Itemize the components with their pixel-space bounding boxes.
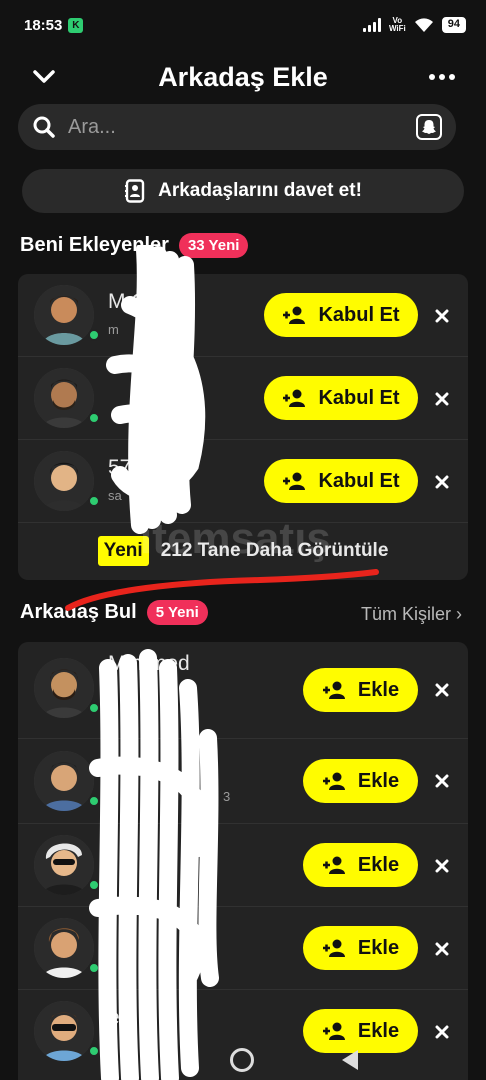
status-bar: 18:53 K Vo WiFi 94 [0, 0, 486, 50]
more-icon [429, 74, 435, 80]
more-options-button[interactable] [426, 61, 458, 93]
dismiss-button[interactable] [430, 854, 454, 878]
add-person-icon [322, 681, 345, 699]
avatar[interactable] [34, 918, 94, 978]
battery-indicator: 94 [441, 17, 466, 33]
user-name: M Can [108, 290, 170, 313]
list-item[interactable]: Kabul Et [18, 357, 468, 440]
add-person-icon [322, 939, 345, 957]
close-icon [435, 859, 449, 873]
page-title: Arkadaş Ekle [158, 61, 328, 92]
add-person-icon [283, 306, 306, 324]
dismiss-button[interactable] [430, 678, 454, 702]
avatar[interactable] [34, 368, 94, 428]
new-count-badge: 33 Yeni [178, 233, 249, 258]
add-person-icon [283, 389, 306, 407]
app-notification-icon: K [68, 17, 84, 33]
user-name: M mmed [108, 652, 190, 675]
list-item[interactable]: 57 sa Kabul Et [18, 440, 468, 523]
search-input[interactable]: Ara... [68, 116, 416, 139]
wifi-icon [414, 18, 433, 32]
close-icon [435, 475, 449, 489]
add-label: Ekle [357, 769, 400, 792]
section-title: Arkadaş Bul [20, 601, 137, 623]
all-contacts-link[interactable]: Tüm Kişiler › [361, 604, 462, 625]
list-item[interactable]: l Ekle [18, 824, 468, 907]
dismiss-button[interactable] [430, 769, 454, 793]
avatar[interactable] [34, 451, 94, 511]
new-count-badge: 5 Yeni [146, 600, 208, 625]
online-indicator [88, 795, 100, 807]
close-icon [435, 309, 449, 323]
avatar[interactable] [34, 285, 94, 345]
accept-button[interactable]: Kabul Et [264, 293, 418, 337]
accept-label: Kabul Et [318, 469, 400, 492]
add-friend-button[interactable]: Ekle [303, 926, 418, 970]
find-friends-list: M mmed Ekle 3 Ekle l Ekle Ekle en Ekle [18, 642, 468, 1080]
invite-label: Arkadaşlarını davet et! [158, 180, 362, 201]
user-username: sa [108, 488, 122, 503]
online-indicator [88, 879, 100, 891]
signal-icon [362, 18, 381, 32]
back-button[interactable] [28, 61, 60, 93]
list-item[interactable]: M mmed Ekle [18, 642, 468, 739]
search-bar[interactable]: Ara... [18, 104, 456, 150]
find-friends-header: Arkadaş Bul 5 Yeni [20, 600, 208, 625]
close-icon [435, 392, 449, 406]
user-name: l [108, 840, 113, 863]
add-label: Ekle [357, 678, 400, 701]
accept-label: Kabul Et [318, 386, 400, 409]
chevron-down-icon [33, 70, 55, 83]
accept-button[interactable]: Kabul Et [264, 459, 418, 503]
avatar[interactable] [34, 835, 94, 895]
home-button[interactable] [230, 1048, 254, 1072]
accept-button[interactable]: Kabul Et [264, 376, 418, 420]
close-icon [435, 942, 449, 956]
contacts-icon [125, 179, 145, 203]
add-label: Ekle [357, 936, 400, 959]
avatar[interactable] [34, 751, 94, 811]
close-icon [435, 774, 449, 788]
accept-label: Kabul Et [318, 303, 400, 326]
add-person-icon [283, 472, 306, 490]
avatar[interactable] [34, 658, 94, 718]
section-title: Beni Ekleyenler [20, 234, 169, 256]
add-friend-button[interactable]: Ekle [303, 759, 418, 803]
header: Arkadaş Ekle [0, 55, 486, 99]
add-label: Ekle [357, 853, 400, 876]
online-indicator [88, 702, 100, 714]
close-icon [435, 1025, 449, 1039]
dismiss-button[interactable] [430, 470, 454, 494]
add-friend-button[interactable]: Ekle [303, 668, 418, 712]
snap-ghost-icon [422, 120, 436, 134]
add-person-icon [322, 1022, 345, 1040]
online-indicator [88, 962, 100, 974]
system-nav-bar [0, 1040, 486, 1080]
status-time: 18:53 [24, 16, 63, 34]
search-icon [33, 116, 55, 138]
list-item[interactable]: Ekle [18, 907, 468, 990]
add-friend-button[interactable]: Ekle [303, 843, 418, 887]
online-indicator [88, 412, 100, 424]
added-me-header: Beni Ekleyenler 33 Yeni [20, 233, 249, 258]
scan-button[interactable] [416, 114, 442, 140]
invite-friends-button[interactable]: Arkadaşlarını davet et! [22, 169, 464, 213]
add-person-icon [322, 772, 345, 790]
vowifi-indicator: Vo WiFi [388, 16, 406, 33]
user-username: m [108, 322, 119, 337]
back-nav-button[interactable] [342, 1050, 358, 1070]
user-username: 3 [223, 789, 231, 804]
list-item[interactable]: M Can m Kabul Et [18, 274, 468, 357]
dismiss-button[interactable] [430, 387, 454, 411]
user-name: en [108, 1006, 132, 1029]
add-person-icon [322, 856, 345, 874]
user-name: 57 [108, 456, 132, 479]
dismiss-button[interactable] [430, 937, 454, 961]
online-indicator [88, 329, 100, 341]
watermark: itemsatış [140, 514, 331, 563]
dismiss-button[interactable] [430, 304, 454, 328]
online-indicator [88, 495, 100, 507]
close-icon [435, 683, 449, 697]
list-item[interactable]: 3 Ekle [18, 739, 468, 824]
